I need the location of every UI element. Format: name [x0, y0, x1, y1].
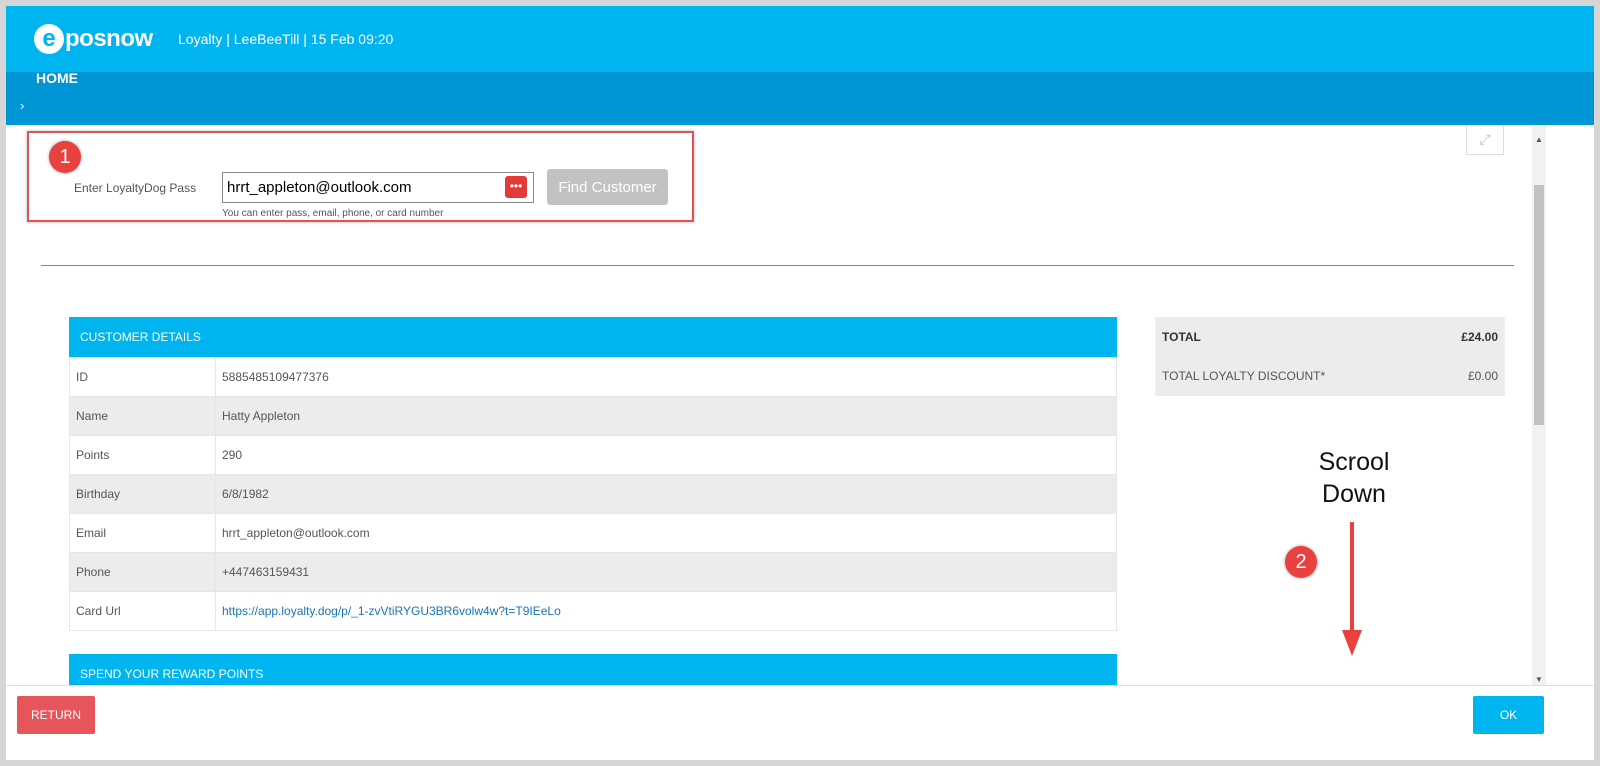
divider: [41, 265, 1514, 266]
row-key: Phone: [69, 552, 216, 592]
find-customer-button[interactable]: Find Customer: [547, 169, 668, 205]
ok-button[interactable]: OK: [1473, 696, 1544, 734]
pass-hint: You can enter pass, email, phone, or car…: [222, 208, 444, 219]
table-row: Card Url https://app.loyalty.dog/p/_1-zv…: [69, 591, 1117, 631]
loyalty-discount-value: £0.00: [1467, 368, 1498, 383]
top-bar: e posnow Loyalty | LeeBeeTill | 15 Feb 0…: [6, 6, 1594, 72]
customer-details-heading: CUSTOMER DETAILS: [69, 317, 1117, 357]
row-key: Email: [69, 513, 216, 553]
row-value: +447463159431: [215, 552, 1117, 592]
arrow-down-icon: [1342, 522, 1362, 656]
loyalty-discount-row: TOTAL LOYALTY DISCOUNT* £0.00: [1155, 356, 1505, 395]
table-row: Name Hatty Appleton: [69, 396, 1117, 436]
customer-details-table: ID 5885485109477376 Name Hatty Appleton …: [69, 357, 1117, 631]
row-key: Birthday: [69, 474, 216, 514]
step-1-badge: 1: [49, 141, 81, 173]
logo-mark: e: [34, 24, 64, 54]
table-row: Email hrrt_appleton@outlook.com: [69, 513, 1117, 553]
app-window: e posnow Loyalty | LeeBeeTill | 15 Feb 0…: [6, 6, 1594, 760]
row-value: Hatty Appleton: [215, 396, 1117, 436]
password-manager-icon[interactable]: •••: [505, 176, 527, 198]
totals-panel: TOTAL £24.00 TOTAL LOYALTY DISCOUNT* £0.…: [1155, 317, 1505, 396]
annotation-line-2: Down: [1322, 480, 1386, 508]
table-row: Birthday 6/8/1982: [69, 474, 1117, 514]
scroll-down-annotation: Scrool Down: [1286, 446, 1422, 510]
row-key: ID: [69, 357, 216, 397]
row-value: 290: [215, 435, 1117, 475]
card-url-link[interactable]: https://app.loyalty.dog/p/_1-zvVtiRYGU3B…: [222, 604, 561, 618]
return-button[interactable]: RETURN: [17, 696, 95, 734]
chevron-right-icon[interactable]: ›: [20, 98, 24, 113]
customer-details-panel: CUSTOMER DETAILS ID 5885485109477376 Nam…: [69, 317, 1117, 631]
row-key: Card Url: [69, 591, 216, 631]
scroll-up-icon[interactable]: ▲: [1532, 135, 1546, 144]
footer-bar: RETURN OK: [6, 685, 1594, 760]
annotation-highlight-box: Enter LoyaltyDog Pass hrrt_appleton@outl…: [27, 131, 694, 222]
step-2-badge: 2: [1285, 546, 1317, 578]
total-label: TOTAL: [1162, 329, 1201, 344]
table-row: Phone +447463159431: [69, 552, 1117, 592]
scroll-down-icon[interactable]: ▼: [1532, 675, 1546, 684]
pass-input-value: hrrt_appleton@outlook.com: [227, 179, 412, 196]
eposnow-logo: e posnow: [34, 24, 153, 54]
session-info: Loyalty | LeeBeeTill | 15 Feb 09:20: [178, 31, 394, 47]
row-key: Name: [69, 396, 216, 436]
total-row: TOTAL £24.00: [1155, 317, 1505, 356]
fullscreen-icon[interactable]: ⤢: [1466, 125, 1504, 155]
main-content: Enter LoyaltyDog Pass hrrt_appleton@outl…: [6, 125, 1594, 691]
logo-wordmark: posnow: [65, 25, 153, 52]
row-value: hrrt_appleton@outlook.com: [215, 513, 1117, 553]
pass-input[interactable]: hrrt_appleton@outlook.com •••: [222, 172, 534, 203]
annotation-line-1: Scrool: [1318, 448, 1390, 476]
loyalty-discount-label: TOTAL LOYALTY DISCOUNT*: [1162, 368, 1326, 383]
home-link[interactable]: HOME: [36, 72, 78, 84]
pass-label: Enter LoyaltyDog Pass: [74, 181, 197, 195]
row-value: 5885485109477376: [215, 357, 1117, 397]
table-row: Points 290: [69, 435, 1117, 475]
nav-bar: HOME ›: [6, 72, 1594, 125]
row-value: https://app.loyalty.dog/p/_1-zvVtiRYGU3B…: [215, 591, 1117, 631]
total-value: £24.00: [1461, 329, 1498, 344]
row-key: Points: [69, 435, 216, 475]
vertical-scrollbar[interactable]: ▲ ▼: [1532, 125, 1546, 691]
row-value: 6/8/1982: [215, 474, 1117, 514]
table-row: ID 5885485109477376: [69, 357, 1117, 397]
scrollbar-thumb[interactable]: [1534, 185, 1544, 425]
